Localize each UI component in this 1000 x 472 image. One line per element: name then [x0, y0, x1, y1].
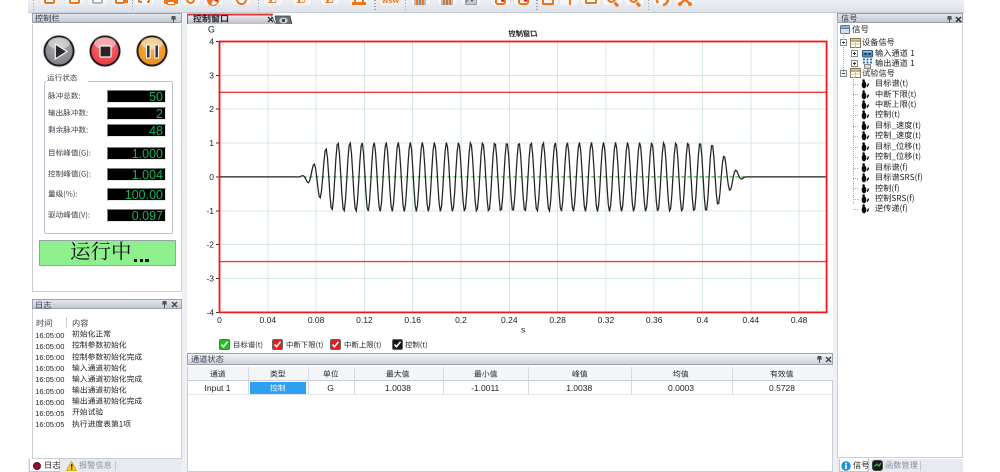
svg-text:0: 0	[209, 172, 214, 182]
svg-text:0.12: 0.12	[356, 315, 373, 325]
svg-text:0.28: 0.28	[549, 315, 566, 325]
svg-text:-3: -3	[206, 274, 214, 284]
svg-text:1: 1	[209, 138, 214, 148]
svg-text:s: s	[521, 324, 525, 334]
svg-text:0.32: 0.32	[598, 315, 615, 325]
svg-text:0.36: 0.36	[646, 315, 663, 325]
svg-text:G: G	[208, 25, 215, 35]
svg-text:-4: -4	[206, 307, 214, 317]
svg-text:0.24: 0.24	[501, 315, 518, 325]
svg-text:2: 2	[209, 104, 214, 114]
svg-text:0.44: 0.44	[743, 315, 760, 325]
svg-text:4: 4	[209, 37, 214, 47]
svg-text:0.04: 0.04	[260, 315, 277, 325]
svg-text:0.48: 0.48	[791, 315, 808, 325]
svg-text:-2: -2	[206, 240, 214, 250]
svg-text:0.16: 0.16	[404, 315, 421, 325]
svg-text:3: 3	[209, 70, 214, 80]
svg-text:0.08: 0.08	[308, 315, 325, 325]
svg-text:-1: -1	[206, 206, 214, 216]
svg-text:0: 0	[217, 315, 222, 325]
svg-text:0.2: 0.2	[455, 315, 467, 325]
svg-text:0.4: 0.4	[697, 315, 709, 325]
